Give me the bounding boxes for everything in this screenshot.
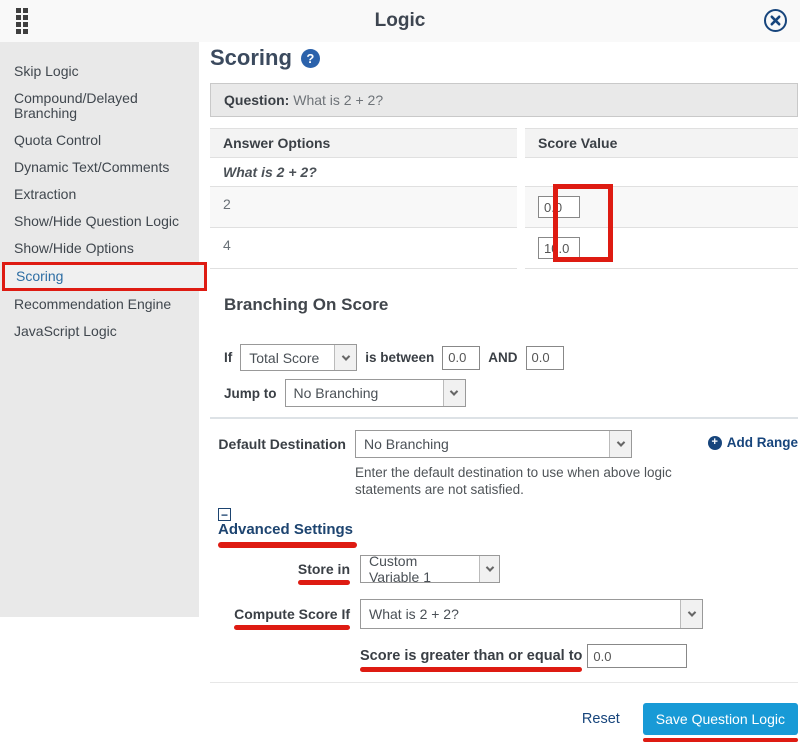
range-max-input[interactable] xyxy=(526,346,564,370)
if-label: If xyxy=(224,350,232,365)
question-box: Question: What is 2 + 2? xyxy=(210,83,798,117)
table-group-row: What is 2 + 2? xyxy=(210,158,798,187)
default-destination-select-value: No Branching xyxy=(364,436,449,452)
score-source-select[interactable]: Total Score xyxy=(240,344,357,371)
default-destination-row: Default Destination No Branching Enter t… xyxy=(210,430,798,498)
add-range-link[interactable]: + Add Range xyxy=(708,430,798,450)
and-label: AND xyxy=(488,350,517,365)
question-label: Question: xyxy=(224,92,289,108)
chevron-down-icon xyxy=(443,380,465,406)
sidebar-item-show-hide-options[interactable]: Show/Hide Options xyxy=(0,235,199,262)
dialog-footer: Reset Save Question Logic xyxy=(210,682,798,747)
advanced-settings-toggle[interactable]: − Advanced Settings xyxy=(218,508,353,538)
score-threshold-label: Score is greater than or equal to xyxy=(360,648,582,664)
branching-condition-row: If Total Score is between AND xyxy=(224,344,798,371)
group-question-label: What is 2 + 2? xyxy=(210,158,517,187)
chevron-down-icon xyxy=(334,345,356,370)
score-value-input[interactable] xyxy=(538,196,580,218)
answer-option-label: 4 xyxy=(210,228,517,269)
sidebar-item-scoring[interactable]: Scoring xyxy=(2,262,207,291)
jump-to-label: Jump to xyxy=(224,386,277,401)
plus-icon: + xyxy=(708,436,722,450)
store-in-select-value: Custom Variable 1 xyxy=(369,553,471,585)
branching-on-score-title: Branching On Score xyxy=(224,295,798,315)
page-title: Scoring ? xyxy=(210,45,798,71)
dialog-body: Skip Logic Compound/Delayed Branching Qu… xyxy=(0,42,800,747)
compute-score-if-select-value: What is 2 + 2? xyxy=(369,606,459,622)
chevron-down-icon xyxy=(680,600,702,628)
score-source-select-value: Total Score xyxy=(249,350,319,366)
jump-to-select-value: No Branching xyxy=(294,385,379,401)
score-value-input[interactable] xyxy=(538,237,580,259)
sidebar-item-extraction[interactable]: Extraction xyxy=(0,181,199,208)
answer-option-label: 2 xyxy=(210,187,517,228)
table-row: 4 xyxy=(210,228,798,269)
compute-score-if-label: Compute Score If xyxy=(234,606,350,622)
compute-score-if-row: Compute Score If What is 2 + 2? xyxy=(210,599,798,629)
sidebar-item-show-hide-question-logic[interactable]: Show/Hide Question Logic xyxy=(0,208,199,235)
sidebar-item-javascript-logic[interactable]: JavaScript Logic xyxy=(0,318,199,345)
default-destination-help-text: Enter the default destination to use whe… xyxy=(355,464,703,498)
save-button-annotation-wrap: Save Question Logic xyxy=(643,703,798,735)
save-question-logic-button[interactable]: Save Question Logic xyxy=(643,703,798,735)
chevron-down-icon xyxy=(479,556,499,582)
score-table: Answer Options Score Value What is 2 + 2… xyxy=(210,128,798,269)
score-threshold-input[interactable] xyxy=(587,644,687,668)
add-range-label: Add Range xyxy=(727,435,798,450)
sidebar-item-dynamic-text-comments[interactable]: Dynamic Text/Comments xyxy=(0,154,199,181)
collapse-minus-icon: − xyxy=(218,508,231,521)
close-icon[interactable] xyxy=(763,8,788,33)
sidebar-item-compound-delayed-branching[interactable]: Compound/Delayed Branching xyxy=(0,85,199,127)
page-title-text: Scoring xyxy=(210,45,292,71)
store-in-label: Store in xyxy=(298,561,350,577)
table-row: 2 xyxy=(210,187,798,228)
help-icon[interactable]: ? xyxy=(301,49,320,68)
store-in-select[interactable]: Custom Variable 1 xyxy=(360,555,500,583)
column-header-answer-options: Answer Options xyxy=(210,128,517,158)
advanced-settings-label: Advanced Settings xyxy=(218,521,353,538)
table-header-row: Answer Options Score Value xyxy=(210,128,798,158)
logic-sidebar: Skip Logic Compound/Delayed Branching Qu… xyxy=(0,42,199,617)
scoring-panel: Scoring ? Question: What is 2 + 2? Answe… xyxy=(210,42,798,747)
sidebar-item-skip-logic[interactable]: Skip Logic xyxy=(0,58,199,85)
sidebar-item-recommendation-engine[interactable]: Recommendation Engine xyxy=(0,291,199,318)
default-destination-select[interactable]: No Branching xyxy=(355,430,632,458)
default-destination-label: Default Destination xyxy=(210,430,346,452)
range-min-input[interactable] xyxy=(442,346,480,370)
reset-button[interactable]: Reset xyxy=(582,711,620,727)
question-text: What is 2 + 2? xyxy=(293,92,383,108)
score-threshold-row: Score is greater than or equal to xyxy=(360,644,798,668)
is-between-label: is between xyxy=(365,350,434,365)
jump-to-select[interactable]: No Branching xyxy=(285,379,466,407)
dialog-title: Logic xyxy=(0,10,800,32)
sidebar-item-quota-control[interactable]: Quota Control xyxy=(0,127,199,154)
section-divider xyxy=(210,417,798,419)
chevron-down-icon xyxy=(609,431,631,457)
dialog-header: Logic xyxy=(0,0,800,42)
compute-score-if-select[interactable]: What is 2 + 2? xyxy=(360,599,703,629)
store-in-row: Store in Custom Variable 1 xyxy=(210,555,798,583)
jump-to-row: Jump to No Branching xyxy=(224,379,798,407)
column-header-score-value: Score Value xyxy=(525,128,798,158)
